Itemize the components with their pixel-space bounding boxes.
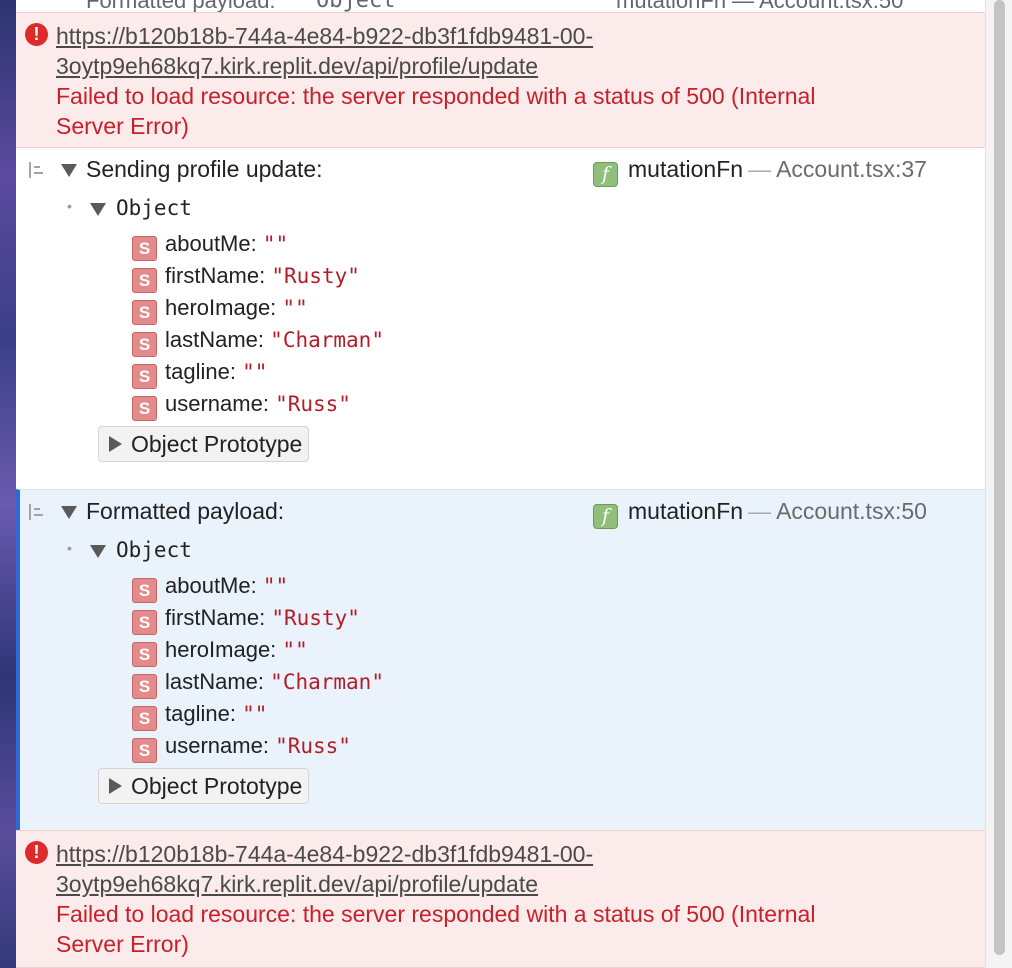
error-icon: ! [25,841,48,864]
property-key: firstName: [165,605,266,630]
property-value: "" [242,360,268,384]
error-url-line: 3oytp9eh68kq7.kirk.replit.dev/api/profil… [56,53,539,79]
vertical-scrollbar[interactable] [985,0,1012,968]
string-type-icon: S [132,236,157,261]
error-icon: ! [25,23,48,46]
property-key: firstName: [165,263,266,288]
object-property: Stagline: "" [132,701,268,731]
string-type-icon: S [132,674,157,699]
property-key: tagline: [165,701,236,726]
disclosure-triangle-expanded-icon[interactable] [61,164,77,177]
string-type-icon: S [132,642,157,667]
object-property: Susername: "Russ" [132,391,351,421]
disclosure-triangle-collapsed-icon [109,778,122,794]
property-value: "" [242,702,268,726]
error-message-text: Failed to load resource: the server resp… [56,899,956,959]
string-type-icon: S [132,396,157,421]
object-property: Susername: "Russ" [132,733,351,763]
console-group-icon [29,504,43,520]
property-value: "" [282,296,308,320]
error-message-line: Server Error) [56,931,189,957]
console-group-formatted-payload: Formatted payload: f mutationFn — Account.t… [16,489,985,830]
source-location: f mutationFn — Account.tsx:50 [593,498,927,529]
property-key: heroImage: [165,637,277,662]
object-property: SaboutMe: "" [132,573,289,603]
error-url-line: https://b120b18b-744a-4e84-b922-db3f1fdb… [56,23,594,49]
object-property: SaboutMe: "" [132,231,289,261]
object-property: Stagline: "" [132,359,268,389]
disclosure-triangle-expanded-icon[interactable] [61,506,77,519]
property-key: username: [165,391,269,416]
source-file-link[interactable]: Account.tsx:37 [776,156,927,182]
property-key: tagline: [165,359,236,384]
disclosure-triangle-expanded-icon[interactable] [90,545,106,558]
prototype-label: Object Prototype [131,431,303,457]
object-property: SlastName: "Charman" [132,327,384,357]
error-url-link[interactable]: https://b120b18b-744a-4e84-b922-db3f1fdb… [56,21,956,81]
console-error-message: ! https://b120b18b-744a-4e84-b922-db3f1f… [16,12,985,148]
property-key: heroImage: [165,295,277,320]
property-key: lastName: [165,327,265,352]
console-error-message: ! https://b120b18b-744a-4e84-b922-db3f1f… [16,830,985,968]
console-group-sending-profile-update: Sending profile update: f mutationFn — Acco… [16,148,985,489]
property-value: "Rusty" [271,606,360,630]
string-type-icon: S [132,738,157,763]
object-prototype-toggle[interactable]: Object Prototype [98,768,310,804]
error-message-line: Failed to load resource: the server resp… [56,83,816,109]
error-message-line: Server Error) [56,113,189,139]
property-value: "" [262,232,289,256]
string-type-icon: S [132,332,157,357]
source-separator: — [748,498,772,524]
string-type-icon: S [132,706,157,731]
group-title: Sending profile update: [86,156,323,182]
property-key: lastName: [165,669,265,694]
console-log[interactable]: Formatted payload: Object mutationFn — A… [16,0,985,968]
function-name[interactable]: mutationFn [628,156,743,182]
property-key: aboutMe: [165,573,257,598]
function-icon: f [593,504,618,529]
property-value: "Rusty" [271,264,360,288]
bullet-icon: • [67,540,72,556]
scrollbar-thumb[interactable] [994,0,1005,955]
property-value: "Charman" [270,328,384,352]
source-location: f mutationFn — Account.tsx:37 [593,156,927,187]
string-type-icon: S [132,610,157,635]
background-wallpaper [0,0,16,968]
source-file-link[interactable]: Account.tsx:50 [776,498,927,524]
object-prototype-toggle[interactable]: Object Prototype [98,426,310,462]
console-group-icon [29,162,43,178]
property-value: "Russ" [275,392,351,416]
property-key: username: [165,733,269,758]
object-property: SlastName: "Charman" [132,669,384,699]
group-title: Formatted payload: [86,498,285,524]
property-value: "" [262,574,289,598]
error-url-line: https://b120b18b-744a-4e84-b922-db3f1fdb… [56,841,594,867]
function-name[interactable]: mutationFn [628,498,743,524]
error-message-line: Failed to load resource: the server resp… [56,901,816,927]
object-property: SfirstName: "Rusty" [132,263,360,293]
disclosure-triangle-collapsed-icon [109,436,122,452]
object-property: SheroImage: "" [132,295,308,325]
string-type-icon: S [132,300,157,325]
property-value: "Russ" [275,734,351,758]
property-value: "" [282,638,308,662]
error-message-text: Failed to load resource: the server resp… [56,81,956,141]
property-value: "Charman" [270,670,384,694]
string-type-icon: S [132,268,157,293]
prototype-label: Object Prototype [131,773,303,799]
source-separator: — [748,156,772,182]
object-label[interactable]: Object [116,196,192,220]
property-key: aboutMe: [165,231,257,256]
object-property: SfirstName: "Rusty" [132,605,360,635]
object-label[interactable]: Object [116,538,192,562]
error-url-line: 3oytp9eh68kq7.kirk.replit.dev/api/profil… [56,871,539,897]
object-property: SheroImage: "" [132,637,308,667]
error-url-link[interactable]: https://b120b18b-744a-4e84-b922-db3f1fdb… [56,839,956,899]
string-type-icon: S [132,364,157,389]
function-icon: f [593,162,618,187]
string-type-icon: S [132,578,157,603]
bullet-icon: • [67,198,72,214]
disclosure-triangle-expanded-icon[interactable] [90,203,106,216]
